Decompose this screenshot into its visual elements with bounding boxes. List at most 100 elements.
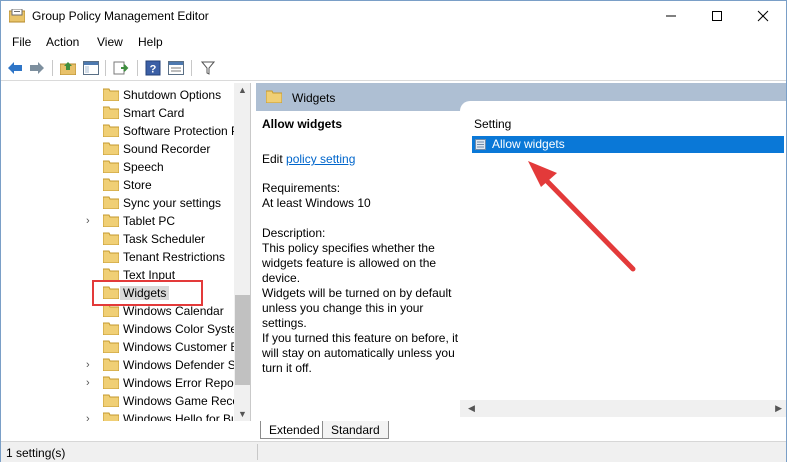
window-title: Group Policy Management Editor bbox=[32, 9, 209, 23]
folder-icon bbox=[103, 376, 119, 389]
tree-item-label: Windows Color Syste bbox=[123, 322, 238, 336]
up-folder-button[interactable] bbox=[58, 58, 78, 78]
tree-item-label: Software Protection P bbox=[123, 124, 240, 138]
description-para-3: If you turned this feature on before, it… bbox=[262, 331, 459, 375]
status-text: 1 setting(s) bbox=[6, 446, 66, 460]
tree-item-windows-color-syste[interactable]: Windows Color Syste bbox=[2, 320, 238, 338]
tree-item-label: Windows Calendar bbox=[123, 304, 224, 318]
expand-chevron-icon[interactable]: › bbox=[86, 413, 96, 421]
tree-item-windows-hello-for-bu[interactable]: › Windows Hello for Bu bbox=[2, 410, 238, 421]
folder-icon bbox=[103, 160, 119, 173]
policy-setting-icon bbox=[475, 139, 486, 150]
filter-button[interactable] bbox=[198, 58, 218, 78]
menu-file[interactable]: File bbox=[12, 35, 31, 49]
tree-item-software-protection-p[interactable]: Software Protection P bbox=[2, 122, 239, 140]
tree-item-label: Sync your settings bbox=[123, 196, 222, 210]
forward-button[interactable] bbox=[27, 58, 47, 78]
folder-icon bbox=[103, 250, 119, 263]
svg-text:?: ? bbox=[150, 64, 157, 76]
description-para-1: This policy specifies whether the widget… bbox=[262, 241, 437, 285]
expand-chevron-icon[interactable]: › bbox=[86, 359, 96, 371]
settings-list: Setting Allow widgets bbox=[460, 101, 786, 421]
tree-item-tenant-restrictions[interactable]: Tenant Restrictions bbox=[2, 248, 234, 266]
forward-arrow-icon bbox=[30, 62, 44, 74]
extended-description: Allow widgets Edit policy setting Requir… bbox=[262, 117, 460, 376]
tree-item-windows-customer-e[interactable]: Windows Customer E bbox=[2, 338, 238, 356]
help-button[interactable]: ? bbox=[143, 58, 163, 78]
expand-chevron-icon[interactable]: › bbox=[86, 215, 96, 227]
tree-item-label: Store bbox=[123, 178, 152, 192]
setting-column-header[interactable]: Setting bbox=[474, 117, 511, 131]
show-hide-tree-button[interactable] bbox=[81, 58, 101, 78]
list-horizontal-scrollbar[interactable]: ◀ ▶ bbox=[460, 400, 786, 417]
up-folder-icon bbox=[60, 62, 76, 75]
filter-icon bbox=[201, 61, 215, 75]
tree-item-sync-your-settings[interactable]: Sync your settings bbox=[2, 194, 234, 212]
tree-item-label: Windows Customer E bbox=[123, 340, 239, 354]
back-button[interactable] bbox=[5, 58, 25, 78]
close-icon bbox=[757, 10, 769, 22]
tree-item-tablet-pc[interactable]: › Tablet PC bbox=[2, 212, 234, 230]
details-pane: Widgets Allow widgets Edit policy settin… bbox=[256, 83, 786, 421]
help-icon: ? bbox=[145, 60, 161, 76]
policy-setting-link[interactable]: policy setting bbox=[286, 152, 355, 166]
tree-item-sound-recorder[interactable]: Sound Recorder bbox=[2, 140, 234, 158]
menu-help[interactable]: Help bbox=[138, 35, 163, 49]
maximize-button[interactable] bbox=[694, 1, 740, 31]
setting-row-label: Allow widgets bbox=[492, 137, 565, 151]
tree-vertical-scrollbar[interactable]: ▲ ▼ bbox=[234, 83, 250, 421]
minimize-button[interactable] bbox=[648, 1, 694, 31]
scroll-right-icon[interactable]: ▶ bbox=[775, 403, 782, 414]
tree-item-shutdown-options[interactable]: Shutdown Options bbox=[2, 86, 234, 104]
folder-icon bbox=[103, 88, 119, 101]
scroll-down-icon[interactable]: ▼ bbox=[238, 409, 247, 419]
tab-standard[interactable]: Standard bbox=[322, 421, 389, 439]
tree-item-windows-error-repor[interactable]: › Windows Error Repor bbox=[2, 374, 238, 392]
export-list-icon bbox=[113, 61, 129, 75]
properties-button[interactable] bbox=[166, 58, 186, 78]
folder-icon bbox=[103, 124, 119, 137]
tree-item-store[interactable]: Store bbox=[2, 176, 234, 194]
tree-item-speech[interactable]: Speech bbox=[2, 158, 234, 176]
description-label: Description: bbox=[262, 226, 326, 240]
folder-icon bbox=[103, 232, 119, 245]
close-button[interactable] bbox=[740, 1, 786, 31]
folder-icon bbox=[103, 178, 119, 191]
tree-item-label: Smart Card bbox=[123, 106, 185, 120]
toolbar-separator bbox=[137, 60, 138, 76]
edit-prefix: Edit bbox=[262, 152, 283, 166]
expand-chevron-icon[interactable]: › bbox=[86, 377, 96, 389]
description-para-2: Widgets will be turned on by default unl… bbox=[262, 286, 452, 330]
tree-item-windows-game-reco[interactable]: Windows Game Reco bbox=[2, 392, 239, 410]
group-policy-app-icon bbox=[9, 9, 25, 23]
app-window: Group Policy Management Editor File Acti… bbox=[0, 0, 787, 462]
toolbar-separator bbox=[52, 60, 53, 76]
menu-view[interactable]: View bbox=[97, 35, 123, 49]
toolbar-separator bbox=[105, 60, 106, 76]
toolbar: ? bbox=[1, 55, 786, 81]
highlight-box bbox=[92, 280, 203, 306]
folder-icon bbox=[103, 358, 119, 371]
back-arrow-icon bbox=[8, 62, 22, 74]
requirements-label: Requirements: bbox=[262, 181, 341, 195]
tree-item-label: Sound Recorder bbox=[123, 142, 211, 156]
menu-bar: File Action View Help bbox=[1, 32, 786, 54]
export-list-button[interactable] bbox=[111, 58, 131, 78]
tree-item-smart-card[interactable]: Smart Card bbox=[2, 104, 234, 122]
tree-item-label: Speech bbox=[123, 160, 164, 174]
requirements-value: At least Windows 10 bbox=[262, 196, 371, 210]
scroll-left-icon[interactable]: ◀ bbox=[468, 403, 475, 414]
tab-extended[interactable]: Extended bbox=[260, 421, 329, 439]
tree-item-windows-defender-s[interactable]: › Windows Defender S bbox=[2, 356, 236, 374]
tree-item-label: Windows Defender S bbox=[123, 358, 236, 372]
menu-action[interactable]: Action bbox=[46, 35, 79, 49]
setting-row-allow-widgets[interactable]: Allow widgets bbox=[472, 136, 784, 153]
tree-item-label: Shutdown Options bbox=[123, 88, 222, 102]
console-tree: Shutdown Options Smart Card Software Prote… bbox=[2, 83, 251, 421]
scroll-up-icon[interactable]: ▲ bbox=[238, 85, 247, 95]
scroll-thumb[interactable] bbox=[235, 295, 250, 385]
toolbar-separator bbox=[191, 60, 192, 76]
minimize-icon bbox=[666, 15, 676, 17]
tree-item-task-scheduler[interactable]: Task Scheduler bbox=[2, 230, 234, 248]
details-header-title: Widgets bbox=[292, 91, 336, 105]
